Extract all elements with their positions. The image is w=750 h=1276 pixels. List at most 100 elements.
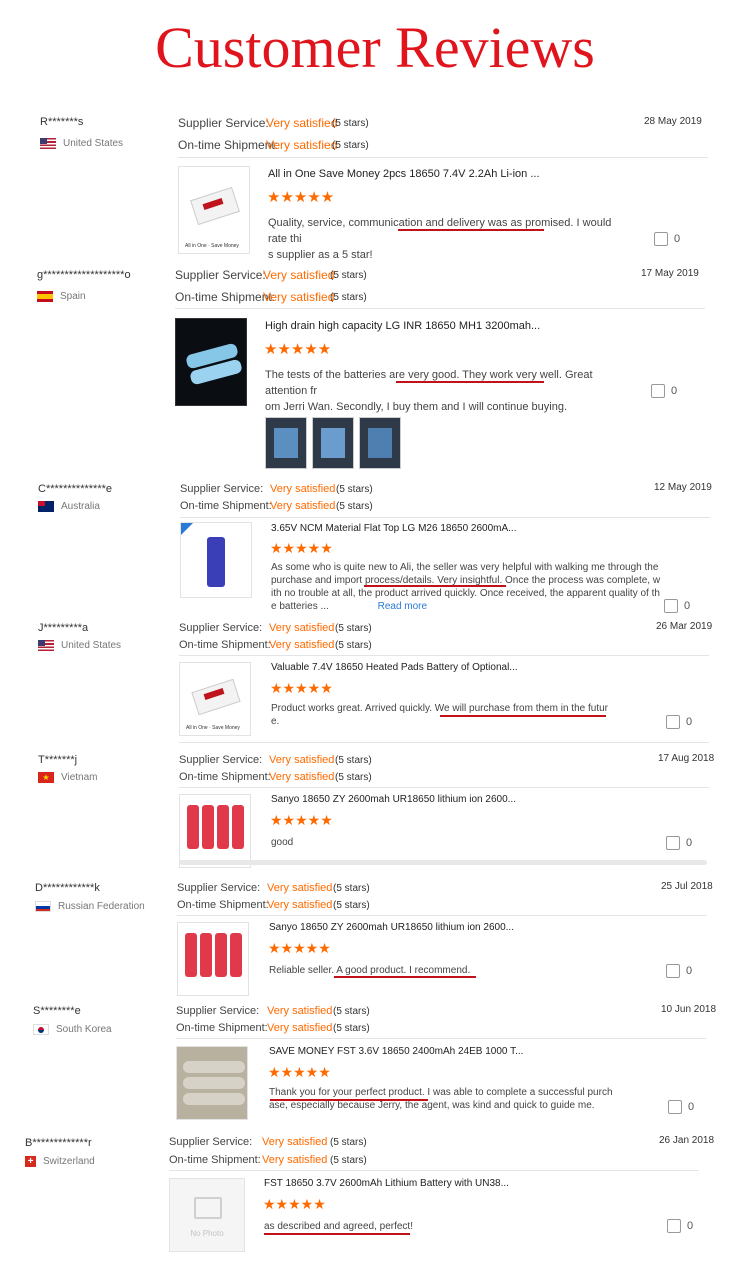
helpful-button[interactable]: 0 bbox=[666, 715, 692, 729]
rating-stars: ★★★★★ bbox=[270, 540, 333, 556]
shipment-value: Very satisfied bbox=[269, 771, 335, 783]
reviewer-name: B*************r bbox=[25, 1137, 92, 1149]
thumbs-up-icon bbox=[664, 599, 678, 613]
helpful-count: 0 bbox=[684, 600, 691, 612]
product-image[interactable]: All in One · Save Money bbox=[178, 166, 250, 254]
reviewer-country: ★ Vietnam bbox=[38, 772, 98, 783]
helpful-button[interactable]: 0 bbox=[664, 599, 690, 613]
country-label: Australia bbox=[61, 501, 100, 512]
review-photo[interactable] bbox=[312, 417, 354, 469]
helpful-button[interactable]: 0 bbox=[666, 836, 692, 850]
product-image[interactable] bbox=[179, 794, 251, 868]
review-text: As some who is quite new to Ali, the sel… bbox=[271, 562, 661, 612]
product-name-link[interactable]: Sanyo 18650 ZY 2600mah UR18650 lithium i… bbox=[269, 922, 514, 933]
product-image[interactable] bbox=[180, 522, 252, 598]
review-text: The tests of the batteries are very good… bbox=[265, 369, 593, 413]
highlight-underline bbox=[334, 976, 476, 978]
reviewer-country: Russian Federation bbox=[35, 901, 145, 912]
helpful-button[interactable]: 0 bbox=[654, 232, 680, 246]
product-image[interactable]: All in One · Save Money bbox=[179, 662, 251, 736]
review-photo[interactable] bbox=[265, 417, 307, 469]
reviewer-country: United States bbox=[38, 640, 121, 651]
reviewer-country: Spain bbox=[37, 291, 86, 302]
highlight-underline bbox=[398, 229, 544, 231]
highlight-underline bbox=[396, 381, 544, 383]
helpful-button[interactable]: 0 bbox=[668, 1100, 694, 1114]
review-date: 25 Jul 2018 bbox=[661, 881, 713, 892]
product-image[interactable] bbox=[176, 1046, 248, 1120]
helpful-button[interactable]: 0 bbox=[651, 384, 677, 398]
product-name-link[interactable]: High drain high capacity LG INR 18650 MH… bbox=[265, 320, 540, 332]
supplier-service-value: Very satisfied bbox=[270, 483, 336, 495]
product-name-link[interactable]: Valuable 7.4V 18650 Heated Pads Battery … bbox=[271, 662, 518, 673]
product-name-link[interactable]: Sanyo 18650 ZY 2600mah UR18650 lithium i… bbox=[271, 794, 516, 805]
shipment-label: On-time Shipment: bbox=[177, 899, 269, 911]
spain-flag-icon bbox=[37, 291, 53, 302]
highlight-underline bbox=[364, 585, 506, 587]
review-date: 28 May 2019 bbox=[644, 116, 702, 127]
helpful-button[interactable]: 0 bbox=[667, 1219, 693, 1233]
shipment-label: On-time Shipment: bbox=[175, 290, 276, 304]
supplier-service-label: Supplier Service: bbox=[169, 1136, 253, 1148]
product-name-link[interactable]: 3.65V NCM Material Flat Top LG M26 18650… bbox=[271, 523, 517, 534]
rating-stars: ★★★★★ bbox=[270, 680, 333, 696]
highlight-underline bbox=[264, 1233, 410, 1235]
product-image[interactable] bbox=[175, 318, 247, 406]
country-label: South Korea bbox=[56, 1024, 112, 1035]
divider bbox=[179, 655, 709, 656]
divider bbox=[176, 1038, 706, 1039]
country-label: Vietnam bbox=[61, 772, 98, 783]
reviewer-name: D************k bbox=[35, 882, 100, 894]
shipment-stars: (5 stars) bbox=[330, 1155, 367, 1166]
review-photo[interactable] bbox=[359, 417, 401, 469]
reviewer-name: T*******j bbox=[38, 754, 78, 766]
rating-stars: ★★★★★ bbox=[268, 1064, 331, 1080]
image-placeholder-icon bbox=[194, 1197, 222, 1219]
helpful-button[interactable]: 0 bbox=[666, 964, 692, 978]
helpful-count: 0 bbox=[688, 1101, 695, 1113]
product-image[interactable] bbox=[177, 922, 249, 996]
product-name-link[interactable]: SAVE MONEY FST 3.6V 18650 2400mAh 24EB 1… bbox=[269, 1046, 523, 1057]
supplier-service-stars: (5 stars) bbox=[335, 623, 372, 634]
supplier-service-value: Very satisfied bbox=[269, 754, 335, 766]
supplier-service-value: Very satisfied bbox=[266, 116, 338, 130]
shipment-value: Very satisfied bbox=[267, 899, 333, 911]
reviewer-country: United States bbox=[40, 138, 123, 149]
country-label: Spain bbox=[60, 291, 86, 302]
supplier-service-label: Supplier Service: bbox=[179, 754, 263, 766]
divider bbox=[180, 517, 710, 518]
supplier-service-stars: (5 stars) bbox=[332, 118, 369, 129]
reviewer-name: S********e bbox=[33, 1005, 81, 1017]
us-flag-icon bbox=[38, 640, 54, 651]
country-label: Russian Federation bbox=[58, 901, 145, 912]
supplier-service-value: Very satisfied bbox=[262, 1136, 328, 1148]
shipment-stars: (5 stars) bbox=[333, 1023, 370, 1034]
supplier-service-value: Very satisfied bbox=[263, 268, 335, 282]
supplier-service-value: Very satisfied bbox=[269, 622, 335, 634]
thumbs-up-icon bbox=[667, 1219, 681, 1233]
read-more-link[interactable]: Read more bbox=[378, 601, 427, 612]
supplier-service-stars: (5 stars) bbox=[333, 883, 370, 894]
divider bbox=[179, 742, 709, 743]
reviewer-country: + Switzerland bbox=[25, 1156, 95, 1167]
supplier-service-stars: (5 stars) bbox=[333, 1006, 370, 1017]
shipment-label: On-time Shipment: bbox=[179, 771, 271, 783]
product-name-link[interactable]: All in One Save Money 2pcs 18650 7.4V 2.… bbox=[268, 168, 540, 180]
supplier-service-label: Supplier Service: bbox=[177, 882, 261, 894]
rating-stars: ★★★★★ bbox=[263, 1196, 326, 1212]
shipment-stars: (5 stars) bbox=[333, 900, 370, 911]
rating-stars: ★★★★★ bbox=[268, 940, 331, 956]
thumbs-up-icon bbox=[666, 964, 680, 978]
us-flag-icon bbox=[40, 138, 56, 149]
product-name-link[interactable]: FST 18650 3.7V 2600mAh Lithium Battery w… bbox=[264, 1178, 509, 1189]
horizontal-scrollbar[interactable] bbox=[179, 860, 707, 865]
shipment-stars: (5 stars) bbox=[332, 140, 369, 151]
product-image-placeholder: No Photo bbox=[169, 1178, 245, 1252]
helpful-count: 0 bbox=[686, 716, 693, 728]
shipment-stars: (5 stars) bbox=[335, 772, 372, 783]
review-text: Quality, service, communication and deli… bbox=[268, 217, 612, 261]
rating-stars: ★★★★★ bbox=[267, 189, 335, 206]
vietnam-flag-icon: ★ bbox=[38, 772, 54, 783]
helpful-count: 0 bbox=[671, 385, 678, 397]
reviewer-country: South Korea bbox=[33, 1024, 112, 1035]
